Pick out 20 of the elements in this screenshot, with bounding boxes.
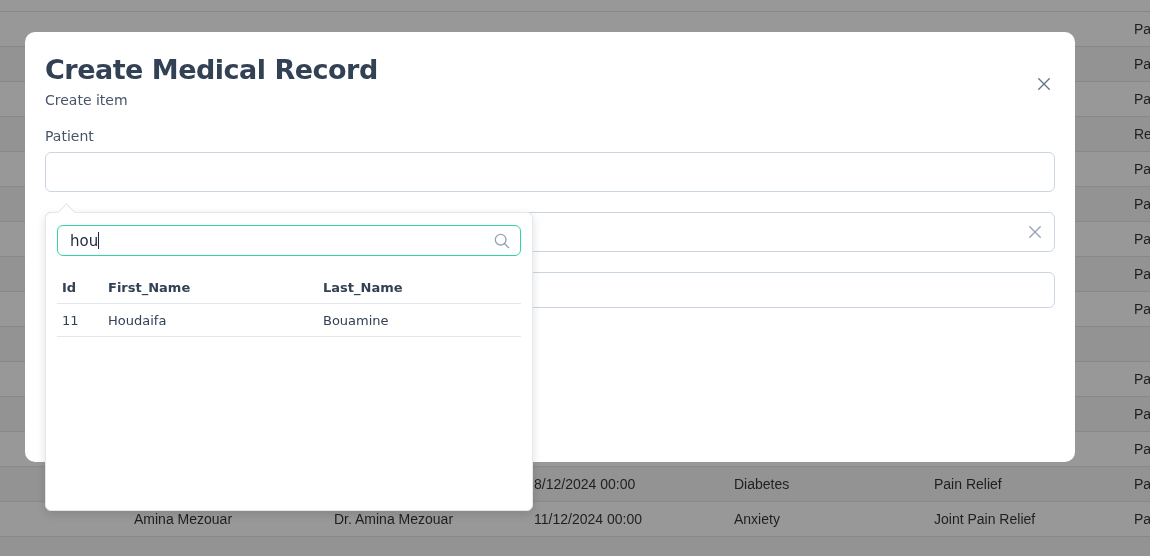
dialog-subtitle: Create item: [45, 92, 129, 108]
table-cell: Dr. Amina Mezouar: [334, 511, 454, 527]
search-field[interactable]: hou: [57, 225, 521, 256]
clear-icon[interactable]: [1028, 225, 1042, 239]
table-cell: Anxiety: [734, 511, 780, 527]
close-icon[interactable]: [1037, 77, 1051, 91]
table-cell: 8/12/2024 00:00: [534, 476, 636, 492]
table-cell: Pain Relief: [934, 476, 1002, 492]
field-label: Patient: [45, 128, 95, 144]
table-cell: Amina Mezouar: [134, 511, 233, 527]
search-icon[interactable]: [494, 233, 510, 249]
dialog-title: Create Medical Record: [45, 53, 378, 87]
column-header: First_Name: [108, 279, 192, 295]
column-header: Id: [62, 279, 78, 295]
table-cell: 11/12/2024 00:00: [534, 511, 642, 527]
select-field[interactable]: [45, 152, 1055, 192]
result-row[interactable]: 11 Houdaifa Bouamine: [57, 304, 521, 337]
table-cell: Joint Pain Relief: [934, 511, 1036, 527]
column-header: Last_Name: [323, 279, 403, 295]
table-cell: Diabetes: [734, 476, 790, 492]
